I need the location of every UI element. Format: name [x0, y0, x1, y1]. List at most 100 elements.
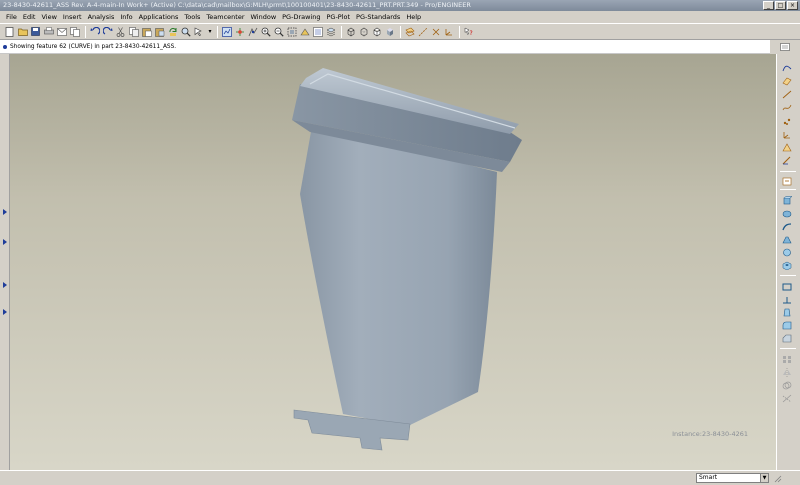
hidden-line-icon[interactable] — [358, 26, 369, 37]
hole-icon[interactable] — [781, 260, 793, 270]
selection-filter-value: Smart — [699, 474, 718, 481]
analysis-icon[interactable] — [781, 142, 793, 152]
paste-special-icon[interactable] — [154, 26, 165, 37]
menu-analysis[interactable]: Analysis — [85, 13, 118, 21]
right-toolbar-separator — [780, 275, 796, 276]
copy-icon[interactable] — [69, 26, 80, 37]
copy2-icon[interactable] — [128, 26, 139, 37]
cut-icon[interactable] — [115, 26, 126, 37]
redo-icon[interactable] — [102, 26, 113, 37]
blade-airfoil — [300, 126, 497, 426]
whats-this-icon[interactable]: ? — [463, 26, 474, 37]
menu-pg-plot[interactable]: PG-Plot — [323, 13, 353, 21]
style-icon[interactable] — [781, 247, 793, 257]
message-bullet-icon — [3, 44, 7, 49]
repaint-icon[interactable] — [221, 26, 232, 37]
shell-icon[interactable] — [781, 281, 793, 291]
menu-help[interactable]: Help — [403, 13, 424, 21]
print-icon[interactable] — [43, 26, 54, 37]
chamfer-icon[interactable] — [781, 333, 793, 343]
zoom-out-icon[interactable] — [273, 26, 284, 37]
plane-icon[interactable] — [781, 76, 793, 86]
saved-views-icon[interactable] — [312, 26, 323, 37]
expand-arrow-icon[interactable] — [3, 209, 7, 215]
round-icon[interactable] — [781, 320, 793, 330]
datum-planes-icon[interactable] — [404, 26, 415, 37]
regenerate-icon[interactable] — [167, 26, 178, 37]
revolve-icon[interactable] — [781, 208, 793, 218]
select-icon[interactable] — [193, 26, 204, 37]
menu-file[interactable]: File — [3, 13, 20, 21]
message-area: Showing feature 62 (CURVE) in part 23-84… — [0, 40, 770, 54]
menu-window[interactable]: Window — [248, 13, 280, 21]
point-icon[interactable] — [781, 116, 793, 126]
menu-insert[interactable]: Insert — [60, 13, 85, 21]
selection-filter-dropdown[interactable]: Smart ▼ — [696, 473, 769, 483]
save-icon[interactable] — [30, 26, 41, 37]
wireframe-icon[interactable] — [345, 26, 356, 37]
reorient-icon[interactable] — [299, 26, 310, 37]
find-icon[interactable] — [180, 26, 191, 37]
orient-icon[interactable] — [247, 26, 258, 37]
resize-grip-icon[interactable] — [772, 473, 782, 483]
insert-tool-icon[interactable] — [781, 176, 793, 186]
toolbar-dropdown[interactable]: ▾ — [206, 26, 214, 37]
menu-pg-drawing[interactable]: PG-Drawing — [279, 13, 323, 21]
right-toolbar-separator — [780, 348, 796, 349]
undo-icon[interactable] — [89, 26, 100, 37]
close-button[interactable]: × — [787, 1, 798, 10]
right-toolbar-separator — [780, 171, 796, 172]
csys-icon[interactable] — [443, 26, 454, 37]
mirror-icon[interactable] — [781, 367, 793, 377]
toolbar-separator — [85, 25, 86, 38]
chevron-down-icon[interactable]: ▼ — [760, 474, 768, 482]
graphics-viewport[interactable]: Instance:23-8430-4261 — [10, 54, 776, 470]
refit-icon[interactable] — [286, 26, 297, 37]
shading-icon[interactable] — [384, 26, 395, 37]
extrude-icon[interactable] — [781, 195, 793, 205]
right-toolbar-separator — [780, 189, 796, 190]
turbine-blade-model — [292, 68, 522, 451]
menu-info[interactable]: Info — [117, 13, 135, 21]
menu-applications[interactable]: Applications — [136, 13, 182, 21]
message-area-toggle[interactable] — [770, 40, 800, 54]
expand-arrow-icon[interactable] — [3, 282, 7, 288]
paste-icon[interactable] — [141, 26, 152, 37]
rib-icon[interactable] — [781, 294, 793, 304]
sketch-curve-icon[interactable] — [781, 63, 793, 73]
email-icon[interactable] — [56, 26, 67, 37]
open-icon[interactable] — [17, 26, 28, 37]
menu-edit[interactable]: Edit — [20, 13, 39, 21]
point-icon[interactable] — [430, 26, 441, 37]
zoom-in-icon[interactable] — [260, 26, 271, 37]
variable-sweep-icon[interactable] — [781, 221, 793, 231]
draft-icon[interactable] — [781, 307, 793, 317]
minimize-button[interactable]: _ — [763, 1, 774, 10]
toolbar-separator — [217, 25, 218, 38]
window-controls: _ □ × — [763, 1, 798, 10]
expand-arrow-icon[interactable] — [3, 309, 7, 315]
message-text: Showing feature 62 (CURVE) in part 23-84… — [10, 43, 177, 50]
datum-axes-icon[interactable] — [417, 26, 428, 37]
layers-icon[interactable] — [325, 26, 336, 37]
expand-arrow-icon[interactable] — [3, 239, 7, 245]
new-icon[interactable] — [4, 26, 15, 37]
no-hidden-icon[interactable] — [371, 26, 382, 37]
curve-icon[interactable] — [781, 102, 793, 112]
spin-center-icon[interactable] — [234, 26, 245, 37]
menu-pg-standards[interactable]: PG-Standards — [353, 13, 403, 21]
axis-icon[interactable] — [781, 89, 793, 99]
csys-icon[interactable] — [781, 129, 793, 139]
pattern-icon[interactable] — [781, 354, 793, 364]
menu-view[interactable]: View — [38, 13, 59, 21]
merge-icon[interactable] — [781, 380, 793, 390]
left-gutter — [0, 54, 10, 470]
svg-text:?: ? — [469, 30, 472, 37]
trim-icon[interactable] — [781, 393, 793, 403]
menu-tools[interactable]: Tools — [181, 13, 203, 21]
menu-teamcenter[interactable]: Teamcenter — [203, 13, 247, 21]
sketch-icon[interactable] — [781, 155, 793, 165]
instance-label: Instance:23-8430-4261 — [672, 430, 748, 438]
maximize-button[interactable]: □ — [775, 1, 786, 10]
blend-icon[interactable] — [781, 234, 793, 244]
